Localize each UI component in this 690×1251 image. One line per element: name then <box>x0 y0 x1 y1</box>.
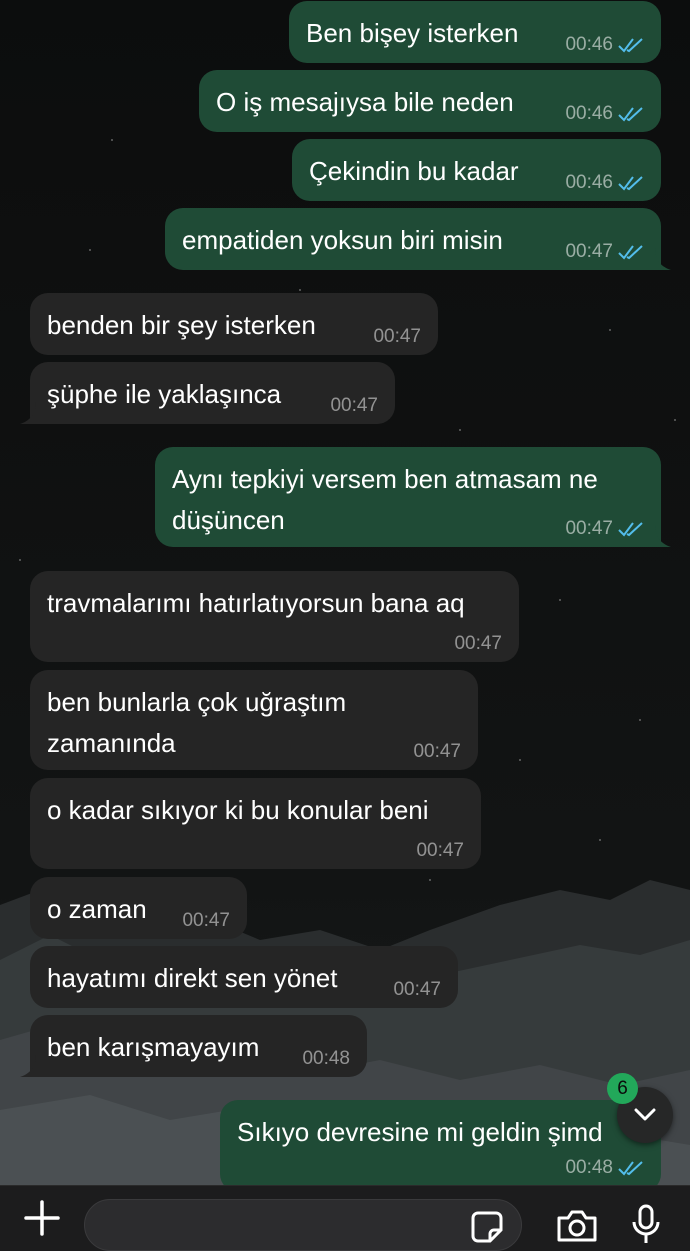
message-text: o kadar sıkıyor ki bu konular beni <box>47 795 429 825</box>
camera-icon[interactable] <box>555 1208 599 1244</box>
chevron-down-icon <box>634 1108 656 1121</box>
message-time: 00:47 <box>330 395 378 416</box>
outgoing-message[interactable]: Çekindin bu kadar 00:46 <box>292 139 661 201</box>
outgoing-message[interactable]: Sıkıyo devresine mi geldin şimd 00:48 <box>220 1100 661 1192</box>
message-text: hayatımı direkt sen yönet <box>47 963 338 993</box>
message-time: 00:48 <box>565 1157 613 1178</box>
message-time: 00:47 <box>182 910 230 931</box>
double-check-icon <box>618 522 643 537</box>
message-time: 00:47 <box>413 741 461 762</box>
message-time: 00:46 <box>565 172 613 193</box>
message-input[interactable] <box>84 1199 522 1251</box>
message-time: 00:47 <box>373 326 421 347</box>
unread-count-badge: 6 <box>607 1073 638 1104</box>
sticker-icon[interactable] <box>470 1210 504 1244</box>
message-time: 00:46 <box>565 34 613 55</box>
message-time: 00:47 <box>393 979 441 1000</box>
double-check-icon <box>618 38 643 53</box>
bubble-tail <box>20 402 42 424</box>
message-list: Ben bişey isterken 00:46 O iş mesajıysa … <box>0 0 690 1192</box>
outgoing-message[interactable]: Aynı tepkiyi versem ben atmasam ne düşün… <box>155 447 671 547</box>
plus-icon[interactable] <box>22 1198 62 1238</box>
incoming-message[interactable]: benden bir şey isterken 00:47 <box>30 293 438 355</box>
incoming-message[interactable]: travmalarımı hatırlatıyorsun bana aq 00:… <box>30 571 519 662</box>
double-check-icon <box>618 107 643 122</box>
double-check-icon <box>618 1161 643 1176</box>
message-time: 00:46 <box>565 103 613 124</box>
message-text: ben bunlarla çok uğraştım zamanında <box>47 687 347 758</box>
double-check-icon <box>618 176 643 191</box>
incoming-message[interactable]: hayatımı direkt sen yönet 00:47 <box>30 946 458 1008</box>
message-text: şüphe ile yaklaşınca <box>47 379 282 409</box>
outgoing-message[interactable]: Ben bişey isterken 00:46 <box>289 1 661 63</box>
message-text: benden bir şey isterken <box>47 310 316 340</box>
message-time: 00:47 <box>565 241 613 262</box>
outgoing-message[interactable]: O iş mesajıysa bile neden 00:46 <box>199 70 661 132</box>
incoming-message[interactable]: o kadar sıkıyor ki bu konular beni 00:47 <box>30 778 481 869</box>
bubble-tail <box>649 248 671 270</box>
message-time: 00:47 <box>565 518 613 539</box>
message-time: 00:47 <box>454 633 502 654</box>
bubble-tail <box>649 525 671 547</box>
incoming-message[interactable]: ben bunlarla çok uğraştım zamanında 00:4… <box>30 670 478 770</box>
incoming-message[interactable]: o zaman 00:47 <box>30 877 247 939</box>
message-time: 00:48 <box>302 1048 350 1069</box>
incoming-message[interactable]: şüphe ile yaklaşınca 00:47 <box>20 362 395 424</box>
message-text: Sıkıyo devresine mi geldin şimd <box>237 1117 603 1147</box>
message-time: 00:47 <box>416 840 464 861</box>
composer-bar <box>0 1185 690 1251</box>
double-check-icon <box>618 245 643 260</box>
incoming-message[interactable]: ben karışmayayım 00:48 <box>20 1015 367 1077</box>
message-text: travmalarımı hatırlatıyorsun bana aq <box>47 588 465 618</box>
outgoing-message[interactable]: empatiden yoksun biri misin 00:47 <box>165 208 671 270</box>
bubble-tail <box>20 1055 42 1077</box>
microphone-icon[interactable] <box>631 1204 661 1246</box>
